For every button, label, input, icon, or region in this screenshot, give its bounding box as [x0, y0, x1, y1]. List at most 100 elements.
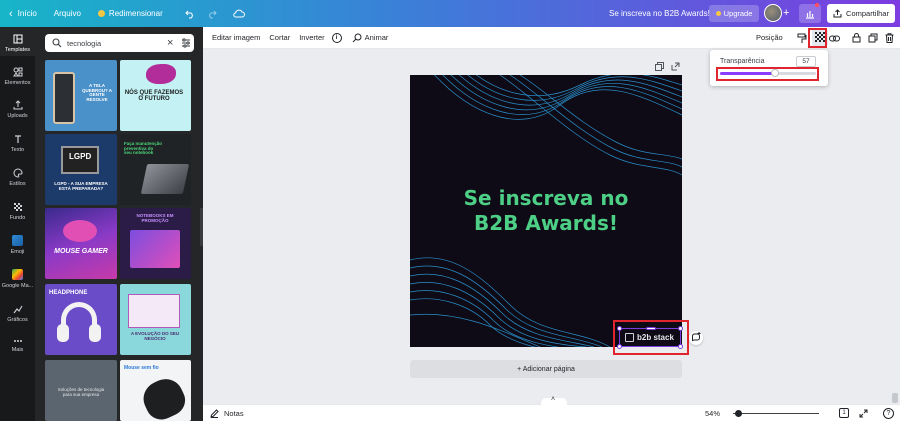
- add-page-icon[interactable]: [671, 62, 680, 71]
- position-button[interactable]: Posição: [756, 33, 783, 42]
- share-label: Compartilhar: [846, 9, 889, 18]
- thumbnail-title: NOTEBOOKS EM PROMOÇÃO: [136, 213, 174, 223]
- template-thumbnail[interactable]: HEADPHONE: [45, 284, 117, 355]
- share-button[interactable]: Compartilhar: [827, 4, 895, 23]
- duplicate-icon[interactable]: [868, 33, 878, 43]
- flip-button[interactable]: Inverter: [299, 33, 324, 42]
- notes-button[interactable]: Notas: [210, 409, 244, 418]
- template-thumbnail[interactable]: Faça manutenção preventiva do seu notebo…: [120, 134, 191, 205]
- sidebar-item-background[interactable]: Fundo: [0, 202, 35, 221]
- animate-icon: [352, 33, 362, 42]
- comment-button[interactable]: [689, 331, 703, 345]
- template-thumbnail[interactable]: Soluções de tecnologia para sua empresa: [45, 360, 117, 421]
- crop-button[interactable]: Cortar: [269, 33, 290, 42]
- document-title-label: Se inscreva no B2B Awards!: [609, 9, 710, 18]
- file-menu[interactable]: Arquivo: [54, 0, 81, 27]
- edit-image-button[interactable]: Editar imagem: [212, 33, 260, 42]
- thumbnail-title: A EVOLUÇÃO DO SEU NEGÓCIO: [130, 331, 180, 341]
- thumbnail-laptop-image: [130, 230, 180, 268]
- sidebar-item-google-maps[interactable]: Google Ma...: [0, 269, 35, 289]
- document-title[interactable]: Se inscreva no B2B Awards!: [609, 0, 710, 27]
- google-maps-icon: [12, 269, 23, 280]
- templates-icon: [13, 34, 22, 44]
- template-thumbnail[interactable]: MOUSE GAMER: [45, 208, 117, 279]
- share-icon: [833, 9, 842, 18]
- trash-icon[interactable]: [885, 33, 894, 43]
- info-icon[interactable]: i: [331, 32, 342, 43]
- undo-button[interactable]: [185, 0, 195, 27]
- template-thumbnail[interactable]: NOTEBOOKS EM PROMOÇÃO: [120, 208, 191, 279]
- sidebar-item-charts[interactable]: Gráficos: [0, 304, 35, 323]
- transparency-value-field[interactable]: 57: [796, 56, 816, 67]
- thumbnail-headphone-cup-right: [89, 324, 101, 342]
- zoom-slider-knob[interactable]: [735, 410, 742, 417]
- search-icon: [52, 38, 62, 48]
- zoom-label[interactable]: 54%: [705, 409, 720, 418]
- home-label: Início: [17, 9, 37, 18]
- sidebar-item-more[interactable]: Mais: [0, 338, 35, 353]
- left-navigation: Templates Elementos Uploads Texto Estilo…: [0, 27, 35, 421]
- notes-label: Notas: [224, 408, 244, 418]
- link-icon[interactable]: [829, 34, 840, 43]
- thumbnail-laptop-image: [140, 164, 190, 194]
- editor-toolbar: Editar imagem Cortar Inverter i Animar P…: [203, 27, 900, 49]
- lock-icon[interactable]: [852, 33, 861, 43]
- sidebar-item-styles[interactable]: Estilos: [0, 168, 35, 187]
- animate-button[interactable]: Animar: [352, 33, 388, 43]
- sidebar-item-text[interactable]: Texto: [0, 134, 35, 153]
- vertical-scrollbar[interactable]: [892, 393, 898, 403]
- template-thumbnail[interactable]: A TELA QUEBROU? A GENTE RESOLVE: [45, 60, 117, 131]
- sidebar-item-label: Templates: [4, 47, 31, 53]
- bar-chart-icon: [806, 10, 814, 19]
- sidebar-item-label: Gráficos: [7, 317, 28, 323]
- template-thumbnail[interactable]: Mouse sem fio: [120, 360, 191, 421]
- design-canvas[interactable]: Se inscreva no B2B Awards!: [410, 75, 682, 347]
- sidebar-item-templates[interactable]: Templates: [0, 34, 35, 53]
- thumbnail-hand-image: [146, 64, 176, 84]
- charts-icon: [13, 305, 22, 314]
- resize-button[interactable]: Redimensionar: [97, 0, 163, 27]
- sidebar-item-label: Elementos: [4, 80, 31, 86]
- add-collaborator-button[interactable]: +: [783, 6, 795, 20]
- cloud-save-button[interactable]: [232, 0, 245, 27]
- help-button[interactable]: ?: [883, 408, 894, 419]
- sidebar-item-label: Uploads: [7, 113, 28, 119]
- zoom-slider[interactable]: [733, 410, 819, 417]
- search-input[interactable]: [67, 38, 163, 48]
- template-thumbnail[interactable]: LGPD LGPD - A SUA EMPRESA ESTÁ PREPARADA…: [45, 134, 117, 205]
- chevron-up-icon: ˄: [551, 396, 556, 403]
- sidebar-item-elements[interactable]: Elementos: [0, 67, 35, 86]
- chevron-left-icon: ‹: [9, 7, 13, 20]
- thumbnail-title: HEADPHONE: [49, 290, 88, 296]
- avatar[interactable]: [764, 4, 782, 22]
- text-icon: [14, 135, 21, 143]
- thumbnail-title: A TELA QUEBROU? A GENTE RESOLVE: [81, 83, 113, 103]
- clear-search-icon[interactable]: ×: [167, 37, 173, 49]
- collapse-pages-handle[interactable]: ˄: [541, 396, 567, 405]
- sidebar-item-emoji[interactable]: Emoji: [0, 235, 35, 255]
- resize-label: Redimensionar: [108, 9, 163, 18]
- redo-icon: [208, 10, 217, 18]
- fullscreen-icon[interactable]: [859, 409, 868, 418]
- upgrade-button[interactable]: Upgrade: [709, 5, 759, 22]
- highlight-logo: [613, 320, 689, 355]
- template-thumbnail[interactable]: NÓS QUE FAZEMOS O FUTURO: [120, 60, 191, 131]
- copy-page-icon[interactable]: [655, 62, 664, 71]
- canvas-headline[interactable]: Se inscreva no B2B Awards!: [410, 186, 682, 236]
- thumbnail-lgpd-text: LGPD: [69, 152, 92, 161]
- search-box[interactable]: ×: [45, 34, 194, 52]
- sidebar-item-uploads[interactable]: Uploads: [0, 100, 35, 119]
- filter-icon[interactable]: [181, 38, 191, 48]
- templates-panel: × A TELA QUEBROU? A GENTE RESOLVE LGPD L…: [35, 27, 203, 421]
- sidebar-item-label: Estilos: [9, 181, 26, 187]
- paint-roller-icon[interactable]: [797, 33, 807, 44]
- add-page-button[interactable]: + Adicionar página: [410, 360, 682, 378]
- home-button[interactable]: ‹ Início: [9, 0, 37, 27]
- page-counter-button[interactable]: 1: [839, 408, 849, 418]
- bottom-bar: Notas 54% 1 ?: [203, 404, 900, 421]
- redo-button[interactable]: [207, 0, 217, 27]
- notification-dot: [815, 3, 819, 7]
- add-page-label: + Adicionar página: [517, 365, 575, 373]
- transparency-value: 57: [802, 58, 810, 65]
- template-thumbnail[interactable]: A EVOLUÇÃO DO SEU NEGÓCIO: [120, 284, 191, 355]
